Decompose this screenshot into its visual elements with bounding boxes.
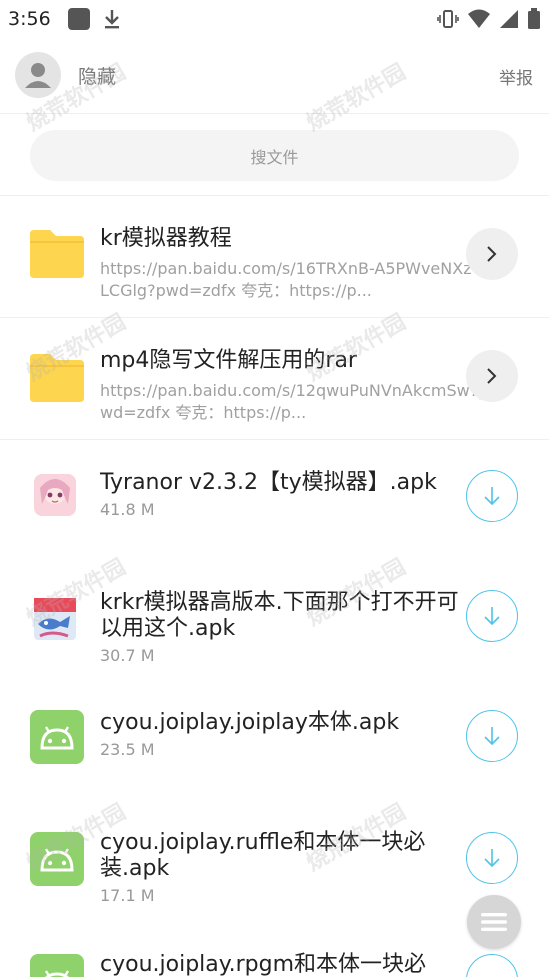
file-size: 41.8 M xyxy=(100,500,155,519)
wifi-icon xyxy=(468,9,490,28)
fish-app-icon xyxy=(34,598,76,640)
download-arrow-icon xyxy=(484,849,500,868)
folder-icon xyxy=(30,354,84,402)
android-icon xyxy=(30,832,84,886)
android-icon xyxy=(30,710,84,764)
list-item[interactable]: Tyranor v2.3.2【ty模拟器】.apk 41.8 M xyxy=(0,440,549,560)
file-description: https://pan.baidu.com/s/12qwuPuNVnAkcmSw… xyxy=(100,381,489,422)
download-arrow-icon xyxy=(484,487,500,506)
cellular-signal-icon xyxy=(500,10,518,28)
download-button[interactable] xyxy=(466,470,518,522)
android-icon xyxy=(30,954,84,977)
file-title: kr模拟器教程 xyxy=(100,226,232,251)
battery-icon xyxy=(528,8,540,29)
open-folder-button[interactable] xyxy=(466,228,518,280)
chevron-right-icon xyxy=(487,246,497,262)
status-time: 3:56 xyxy=(8,8,51,30)
file-title: cyou.joiplay.joiplay本体.apk xyxy=(100,710,400,735)
download-arrow-icon xyxy=(484,607,500,626)
file-size: 17.1 M xyxy=(100,886,155,905)
file-size: 30.7 M xyxy=(100,646,155,665)
list-item[interactable]: kr模拟器教程 https://pan.baidu.com/s/16TRXnB-… xyxy=(0,196,549,318)
file-size: 23.5 M xyxy=(100,740,155,759)
user-name: 隐藏 xyxy=(78,66,117,88)
vibrate-icon xyxy=(437,10,459,28)
file-description: https://pan.baidu.com/s/16TRXnB-A5PWveNX… xyxy=(100,259,482,300)
chevron-right-icon xyxy=(487,368,497,384)
list-item[interactable]: cyou.joiplay.rpgm和本体一块必 xyxy=(0,924,549,977)
list-item[interactable]: mp4隐写文件解压用的rar https://pan.baidu.com/s/1… xyxy=(0,318,549,440)
file-title: cyou.joiplay.rpgm和本体一块必 xyxy=(100,952,427,977)
status-bar: 3:56 xyxy=(0,0,549,40)
search-input[interactable]: 搜文件 xyxy=(30,130,519,181)
search-area: 搜文件 xyxy=(0,114,549,196)
profile-header: 隐藏 举报 xyxy=(0,40,549,114)
download-button[interactable] xyxy=(466,954,518,977)
file-title: Tyranor v2.3.2【ty模拟器】.apk xyxy=(100,470,437,495)
file-title: cyou.joiplay.ruffle和本体一块必装.apk xyxy=(100,830,426,881)
file-title: krkr模拟器高版本.下面那个打不开可以用这个.apk xyxy=(100,590,459,641)
folder-icon xyxy=(30,230,84,278)
download-notification-icon xyxy=(105,10,119,29)
anime-app-icon xyxy=(34,474,76,516)
download-arrow-icon xyxy=(484,727,500,746)
download-button[interactable] xyxy=(466,710,518,762)
menu-icon xyxy=(481,913,507,931)
list-item[interactable]: cyou.joiplay.ruffle和本体一块必装.apk 17.1 M xyxy=(0,802,549,924)
avatar[interactable] xyxy=(15,52,61,98)
download-button[interactable] xyxy=(466,590,518,642)
list-item[interactable]: krkr模拟器高版本.下面那个打不开可以用这个.apk 30.7 M xyxy=(0,560,549,682)
status-icons xyxy=(437,8,541,30)
download-button[interactable] xyxy=(466,832,518,884)
report-button[interactable]: 举报 xyxy=(499,64,533,89)
open-folder-button[interactable] xyxy=(466,350,518,402)
file-title: mp4隐写文件解压用的rar xyxy=(100,348,357,373)
menu-fab-button[interactable] xyxy=(467,895,521,949)
list-item[interactable]: cyou.joiplay.joiplay本体.apk 23.5 M xyxy=(0,682,549,802)
app-notification-icon xyxy=(68,8,90,30)
person-icon xyxy=(25,63,51,88)
